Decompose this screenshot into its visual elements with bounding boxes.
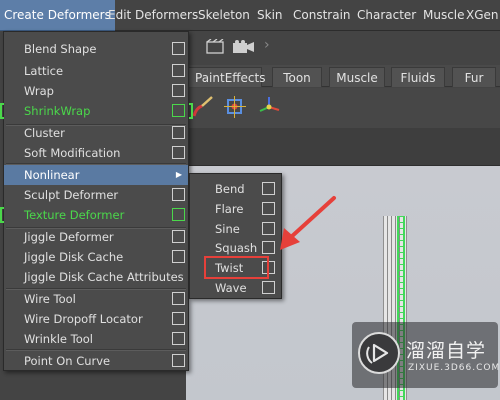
option-box-icon[interactable]	[172, 84, 185, 97]
tab-fur[interactable]: Fur	[452, 67, 496, 87]
cube-select-icon[interactable]	[222, 94, 248, 120]
paint-brush-icon[interactable]	[190, 94, 216, 120]
option-box-icon[interactable]	[172, 230, 185, 243]
option-box-icon[interactable]	[262, 281, 275, 294]
menu-character[interactable]: Character	[357, 0, 416, 31]
option-box-icon[interactable]	[172, 42, 185, 55]
menu-item-label: ShrinkWrap	[24, 104, 91, 118]
menu-item-label: Cluster	[24, 126, 65, 140]
menu-item-label: Jiggle Disk Cache	[24, 250, 124, 264]
menu-item-label: Sculpt Deformer	[24, 188, 119, 202]
shelf-icon-row	[186, 88, 500, 128]
menu-xgen[interactable]: XGen	[466, 0, 499, 31]
right-bracket-icon	[189, 103, 193, 119]
menu-item-wrinkle-tool[interactable]: Wrinkle Tool	[4, 329, 188, 349]
nonlinear-submenu: Bend Flare Sine Squash Twist Wave	[189, 173, 282, 299]
toolbar-separator: ›	[264, 37, 270, 53]
submenu-item-flare[interactable]: Flare	[190, 199, 281, 219]
option-box-icon[interactable]	[172, 188, 185, 201]
panel-menu-bar	[186, 128, 500, 166]
menu-item-shrinkwrap[interactable]: ShrinkWrap	[0, 101, 193, 121]
left-bracket-icon	[0, 103, 4, 119]
option-box-icon[interactable]	[172, 146, 185, 159]
option-box-icon[interactable]	[172, 208, 185, 221]
menu-item-nonlinear[interactable]: Nonlinear ▶	[4, 165, 188, 185]
option-box-icon[interactable]	[172, 250, 185, 263]
shelf-tabs: PaintEffects Toon Muscle Fluids Fur	[186, 65, 500, 87]
watermark-title: 溜溜自学	[406, 340, 487, 362]
menu-item-label: Blend Shape	[24, 42, 97, 56]
submenu-item-label: Wave	[215, 281, 247, 295]
submenu-item-label: Squash	[215, 241, 258, 255]
tab-toon[interactable]: Toon	[272, 67, 322, 87]
option-box-icon[interactable]	[172, 64, 185, 77]
ipr-render-icon[interactable]	[232, 39, 254, 55]
menu-item-label: Wire Dropoff Locator	[24, 312, 143, 326]
menu-muscle[interactable]: Muscle	[423, 0, 465, 31]
menu-item-label: Texture Deformer	[24, 208, 125, 222]
submenu-item-label: Bend	[215, 182, 245, 196]
menu-item-label: Jiggle Disk Cache Attributes	[24, 270, 184, 284]
menu-item-label: Wrap	[24, 84, 54, 98]
menu-skeleton[interactable]: Skeleton	[198, 0, 250, 31]
menu-item-jiggle-disk-cache[interactable]: Jiggle Disk Cache	[4, 247, 188, 267]
menu-create-deformers[interactable]: Create Deformers	[0, 0, 115, 31]
submenu-item-label: Sine	[215, 222, 240, 236]
menu-item-lattice[interactable]: Lattice	[4, 61, 188, 81]
submenu-item-squash[interactable]: Squash	[190, 238, 281, 258]
move-manipulator-icon[interactable]	[256, 94, 282, 120]
option-box-icon[interactable]	[172, 292, 185, 305]
menu-item-cluster[interactable]: Cluster	[4, 123, 188, 143]
tab-painteffects[interactable]: PaintEffects	[188, 67, 265, 87]
menu-item-wire-tool[interactable]: Wire Tool	[4, 289, 188, 309]
tab-fluids[interactable]: Fluids	[391, 67, 445, 87]
create-deformers-menu: Blend Shape Lattice Wrap ShrinkWrap Clus…	[0, 31, 193, 371]
red-pointer-arrow-icon	[280, 196, 336, 250]
submenu-item-bend[interactable]: Bend	[190, 179, 281, 199]
watermark: 溜溜自学 ZIXUE.3D66.COM	[352, 322, 500, 388]
menu-item-label: Nonlinear	[24, 168, 80, 182]
left-bracket-icon	[0, 207, 4, 223]
menu-bar: Create Deformers Edit Deformers Skeleton…	[0, 0, 500, 31]
option-box-icon[interactable]	[172, 354, 185, 367]
render-icon[interactable]	[206, 38, 224, 55]
menu-item-label: Wire Tool	[24, 292, 76, 306]
menu-item-soft-modification[interactable]: Soft Modification	[4, 143, 188, 163]
menu-item-label: Jiggle Deformer	[24, 230, 114, 244]
submenu-item-sine[interactable]: Sine	[190, 219, 281, 239]
submenu-item-wave[interactable]: Wave	[190, 278, 281, 298]
status-toolbar: ›	[186, 31, 500, 63]
twist-highlight-box	[204, 256, 269, 279]
menu-item-wire-dropoff-locator[interactable]: Wire Dropoff Locator	[4, 309, 188, 329]
menu-edit-deformers[interactable]: Edit Deformers	[108, 0, 198, 31]
option-box-icon[interactable]	[172, 312, 185, 325]
menu-item-label: Wrinkle Tool	[24, 332, 93, 346]
menu-item-texture-deformer[interactable]: Texture Deformer	[0, 205, 193, 225]
submenu-arrow-icon: ▶	[175, 170, 182, 179]
menu-item-point-on-curve[interactable]: Point On Curve	[4, 351, 188, 371]
watermark-url: ZIXUE.3D66.COM	[408, 363, 500, 373]
submenu-item-label: Flare	[215, 202, 244, 216]
option-box-icon[interactable]	[172, 104, 185, 117]
menu-constrain[interactable]: Constrain	[293, 0, 351, 31]
option-box-icon[interactable]	[172, 126, 185, 139]
menu-item-jiggle-deformer[interactable]: Jiggle Deformer	[4, 227, 188, 247]
menu-item-label: Lattice	[24, 64, 64, 78]
menu-item-label: Soft Modification	[24, 146, 121, 160]
menu-item-jiggle-disk-cache-attributes[interactable]: Jiggle Disk Cache Attributes	[4, 267, 188, 287]
menu-item-sculpt-deformer[interactable]: Sculpt Deformer	[4, 185, 188, 205]
tab-muscle[interactable]: Muscle	[329, 67, 385, 87]
menu-item-label: Point On Curve	[24, 354, 111, 368]
menu-item-wrap[interactable]: Wrap	[4, 81, 188, 101]
option-box-icon[interactable]	[172, 332, 185, 345]
menu-skin[interactable]: Skin	[257, 0, 283, 31]
play-logo-icon	[358, 332, 400, 374]
menu-item-blend-shape[interactable]: Blend Shape	[4, 39, 188, 59]
